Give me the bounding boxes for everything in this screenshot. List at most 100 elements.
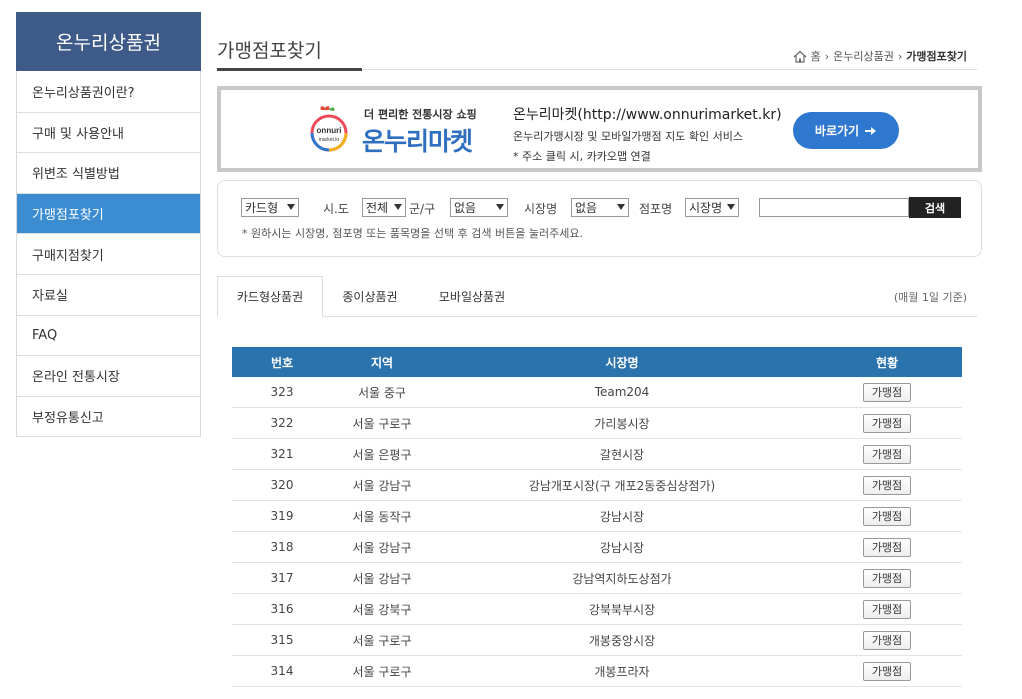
sidebar-item-counterfeit[interactable]: 위변조 식별방법 [17,152,200,193]
table-row: 320 서울 강남구 강남개포시장(구 개포2동중심상점가) 가맹점 [232,470,962,501]
base-date-note: (매월 1일 기준) [893,291,967,304]
status-button[interactable]: 가맹점 [863,599,911,619]
table-row: 322 서울 구로구 가리봉시장 가맹점 [232,408,962,439]
title-row: 가맹점포찾기 홈 › 온누리상품권 › 가맹점포찾기 [217,30,977,71]
breadcrumb-home[interactable]: 홈 [811,48,821,64]
table-row: 321 서울 은평구 갈현시장 가맹점 [232,439,962,470]
row-region: 서울 중구 [358,385,406,400]
status-button[interactable]: 가맹점 [863,661,911,681]
row-market: 강남개포시장(구 개포2동중심상점가) [528,478,716,493]
row-region: 서울 구로구 [352,416,412,431]
onnuri-logo-icon: onnuri market.kr [310,106,348,152]
breadcrumb-separator-icon: › [897,49,903,63]
store-table: 번호 지역 시장명 현황 323 서울 중구 Team204 가맹점 322 서… [232,347,962,687]
sidebar: 온누리상품권 온누리상품권이란? 구매 및 사용안내 위변조 식별방법 가맹점포… [16,12,201,438]
row-region: 서울 강남구 [352,540,412,555]
row-number: 319 [270,509,294,523]
sido-select[interactable]: 전체 [362,198,406,217]
row-region: 서울 구로구 [352,664,412,679]
chevron-down-icon [496,204,504,210]
breadcrumb-gift-card[interactable]: 온누리상품권 [833,48,894,64]
table-header: 번호 지역 시장명 현황 [232,347,962,377]
sidebar-item-report[interactable]: 부정유통신고 [17,395,200,437]
tab-mobile-gift[interactable]: 모바일상품권 [417,276,527,317]
status-button[interactable]: 가맹점 [863,506,911,526]
row-market: 개봉중앙시장 [588,633,656,648]
status-button[interactable]: 가맹점 [863,382,911,402]
row-status-cell: 가맹점 [812,506,962,526]
sidebar-item-archive[interactable]: 자료실 [17,273,200,315]
row-number: 317 [270,571,294,585]
sidebar-item-purchase-guide[interactable]: 구매 및 사용안내 [17,111,200,153]
row-region: 서울 강남구 [352,478,412,493]
row-number: 320 [270,478,294,492]
banner-tagline: 더 편리한 전통시장 쇼핑 [364,108,477,121]
market-value: 없음 [575,201,598,215]
row-number: 316 [270,602,294,616]
row-region: 서울 강남구 [352,571,412,586]
row-status-cell: 가맹점 [812,537,962,557]
card-type-select[interactable]: 카드형 [241,198,299,217]
row-market: 강남시장 [599,540,645,555]
status-button[interactable]: 가맹점 [863,475,911,495]
sidebar-item-about[interactable]: 온누리상품권이란? [17,71,200,112]
status-button[interactable]: 가맹점 [863,444,911,464]
sido-value: 전체 [366,201,389,215]
sido-label: 시.도 [323,202,349,216]
header-number: 번호 [270,355,294,370]
row-number: 315 [270,633,294,647]
row-market: 갈현시장 [599,447,645,462]
row-number: 321 [270,447,294,461]
gungu-label: 군/구 [409,202,436,216]
go-to-market-button[interactable]: 바로가기 [793,112,899,149]
status-button[interactable]: 가맹점 [863,537,911,557]
status-button[interactable]: 가맹점 [863,568,911,588]
market-select[interactable]: 없음 [571,198,629,217]
chevron-down-icon [287,204,295,210]
search-input[interactable] [759,198,909,217]
gift-card-tabs: 카드형상품권 종이상품권 모바일상품권 (매월 1일 기준) [217,276,977,317]
page-title: 가맹점포찾기 [217,40,322,62]
row-market: 강남역지하도상점가 [572,571,672,586]
status-button[interactable]: 가맹점 [863,413,911,433]
table-row: 323 서울 중구 Team204 가맹점 [232,377,962,408]
row-market: 가리봉시장 [594,416,650,431]
row-status-cell: 가맹점 [812,568,962,588]
chevron-down-icon [394,204,402,210]
row-status-cell: 가맹점 [812,661,962,681]
tab-paper-gift[interactable]: 종이상품권 [323,276,417,317]
status-button[interactable]: 가맹점 [863,630,911,650]
search-button[interactable]: 검색 [909,197,961,218]
store-type-select[interactable]: 시장명 [685,198,739,217]
row-region: 서울 강북구 [352,602,412,617]
home-icon[interactable] [793,50,807,63]
sidebar-item-branch-finder[interactable]: 구매지점찾기 [17,233,200,274]
chevron-down-icon [727,204,735,210]
sidebar-title: 온누리상품권 [16,12,201,71]
sidebar-item-online-market[interactable]: 온라인 전통시장 [17,355,200,396]
row-status-cell: 가맹점 [812,630,962,650]
store-label: 점포명 [639,202,673,216]
search-note: * 원하시는 시장명, 점포명 또는 품목명을 선택 후 검색 버튼을 눌러주세… [242,227,583,240]
table-row: 317 서울 강남구 강남역지하도상점가 가맹점 [232,563,962,594]
card-type-value: 카드형 [245,201,279,215]
header-region: 지역 [370,355,394,370]
sidebar-item-faq[interactable]: FAQ [17,314,200,356]
row-region: 서울 동작구 [352,509,412,524]
gungu-select[interactable]: 없음 [450,198,508,217]
row-market: 강남시장 [599,509,645,524]
row-status-cell: 가맹점 [812,444,962,464]
market-label: 시장명 [524,202,558,216]
row-number: 322 [270,416,294,430]
arrow-right-icon [865,126,877,135]
tab-card-gift[interactable]: 카드형상품권 [217,276,323,317]
breadcrumb-separator-icon: › [824,49,830,63]
gungu-value: 없음 [454,201,477,215]
sidebar-item-store-finder[interactable]: 가맹점포찾기 [17,192,200,234]
breadcrumb: 홈 › 온누리상품권 › 가맹점포찾기 [793,48,967,64]
header-status: 현황 [875,355,899,370]
breadcrumb-current: 가맹점포찾기 [906,50,967,63]
table-row: 315 서울 구로구 개봉중앙시장 가맹점 [232,625,962,656]
row-status-cell: 가맹점 [812,382,962,402]
chevron-down-icon [617,204,625,210]
